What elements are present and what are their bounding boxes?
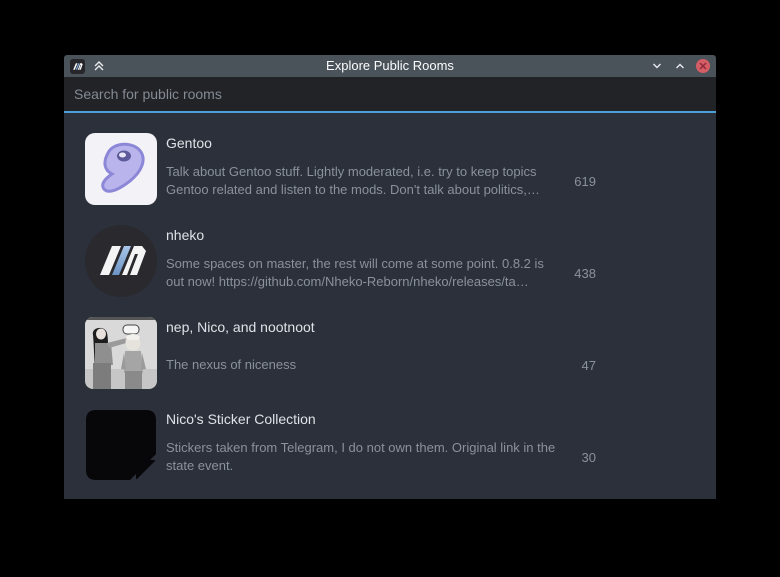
manga-panel-avatar-icon: [85, 317, 157, 389]
room-name: Nico's Sticker Collection: [166, 411, 596, 428]
room-member-count: 619: [558, 174, 596, 189]
search-input[interactable]: [64, 77, 716, 111]
room-description: The nexus of niceness: [166, 356, 558, 374]
sticker-avatar-icon: [85, 409, 157, 481]
room-description: Some spaces on master, the rest will com…: [166, 255, 558, 291]
room-name: Gentoo: [166, 135, 596, 152]
room-member-count: 47: [558, 358, 596, 373]
explore-public-rooms-window: Explore Public Rooms: [64, 55, 716, 499]
room-row-nicos-sticker-collection[interactable]: Nico's Sticker Collection Stickers taken…: [64, 389, 716, 481]
room-description: Talk about Gentoo stuff. Lightly moderat…: [166, 163, 558, 199]
window-title: Explore Public Rooms: [64, 55, 716, 77]
room-row-nheko[interactable]: nheko Some spaces on master, the rest wi…: [64, 205, 716, 297]
room-row-gentoo[interactable]: Gentoo Talk about Gentoo stuff. Lightly …: [64, 113, 716, 205]
room-member-count: 30: [558, 450, 596, 465]
minimize-icon[interactable]: [650, 59, 664, 73]
nheko-avatar-icon: [85, 225, 157, 297]
window-titlebar[interactable]: Explore Public Rooms: [64, 55, 716, 77]
keep-above-icon[interactable]: [92, 59, 106, 73]
search-bar: [64, 77, 716, 113]
gentoo-avatar-icon: [85, 133, 157, 205]
room-description: Stickers taken from Telegram, I do not o…: [166, 439, 558, 475]
room-name: nep, Nico, and nootnoot: [166, 319, 596, 336]
room-member-count: 438: [558, 266, 596, 281]
close-icon[interactable]: [696, 59, 710, 73]
room-name: nheko: [166, 227, 596, 244]
room-row-nep-nico-nootnoot[interactable]: nep, Nico, and nootnoot The nexus of nic…: [64, 297, 716, 389]
nheko-app-icon[interactable]: [70, 59, 85, 74]
public-rooms-list: Gentoo Talk about Gentoo stuff. Lightly …: [64, 113, 716, 499]
maximize-icon[interactable]: [673, 59, 687, 73]
